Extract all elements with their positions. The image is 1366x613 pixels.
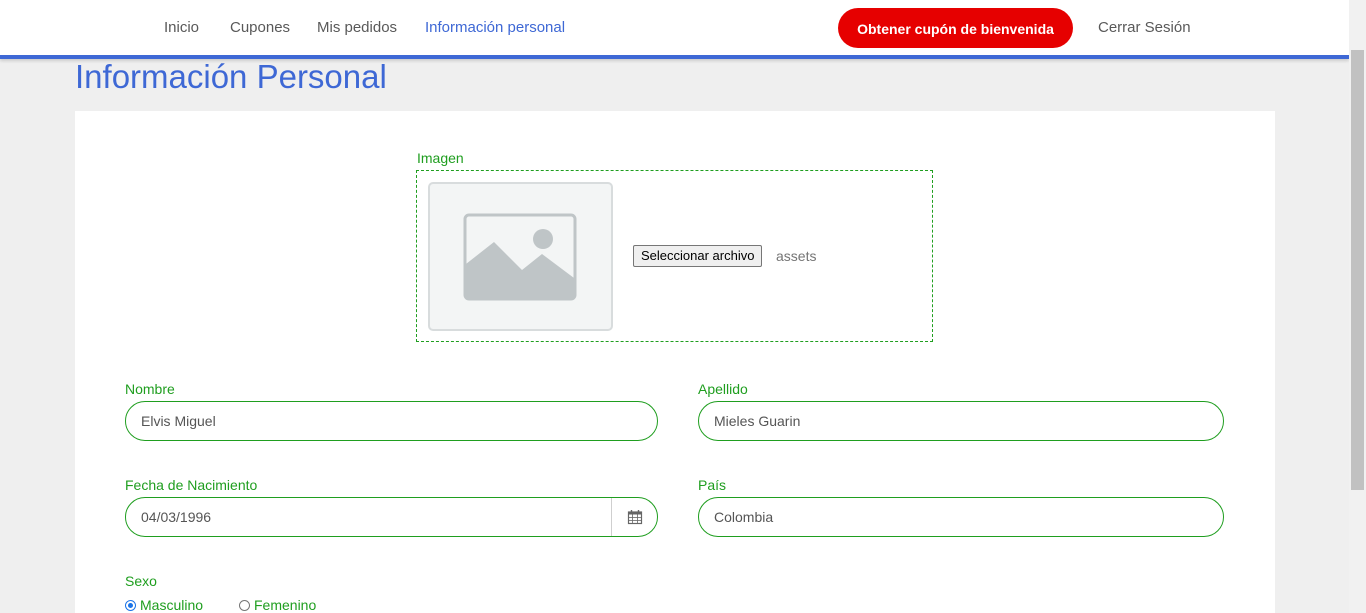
nombre-label: Nombre (125, 381, 175, 397)
fecha-nacimiento-label: Fecha de Nacimiento (125, 477, 258, 493)
radio-masculino[interactable] (125, 600, 136, 611)
logout-link[interactable]: Cerrar Sesión (1098, 19, 1191, 36)
image-label: Imagen (417, 150, 464, 166)
image-placeholder-icon (428, 182, 613, 331)
image-upload-area[interactable]: Seleccionar archivo assets (416, 170, 933, 342)
nombre-value: Elvis Miguel (141, 413, 216, 429)
pais-value: Colombia (714, 509, 774, 525)
apellido-label: Apellido (698, 381, 748, 397)
fecha-nacimiento-value: 04/03/1996 (141, 509, 212, 525)
calendar-icon[interactable] (627, 509, 643, 525)
radio-femenino[interactable] (239, 600, 250, 611)
nombre-field[interactable]: Elvis Miguel (125, 401, 658, 441)
radio-option-femenino[interactable]: Femenino (239, 597, 316, 613)
select-file-button[interactable]: Seleccionar archivo (633, 245, 763, 267)
nav-link-informacion-personal[interactable]: Información personal (425, 19, 565, 36)
date-field-divider (611, 498, 612, 536)
scrollbar-thumb[interactable] (1351, 50, 1364, 490)
nav-link-inicio[interactable]: Inicio (164, 19, 199, 36)
fecha-nacimiento-field[interactable]: 04/03/1996 (125, 497, 658, 537)
apellido-value: Mieles Guarin (714, 413, 801, 429)
personal-info-card: Imagen Seleccionar archivo assets Nombre… (75, 111, 1275, 613)
welcome-coupon-button[interactable]: Obtener cupón de bienvenida (838, 8, 1073, 48)
sexo-label: Sexo (125, 573, 157, 589)
pais-field[interactable]: Colombia (698, 497, 1224, 537)
apellido-field[interactable]: Mieles Guarin (698, 401, 1224, 441)
selected-file-name: assets (776, 248, 817, 264)
pais-label: País (698, 477, 727, 493)
nav-link-cupones[interactable]: Cupones (230, 19, 290, 36)
nav-link-mis-pedidos[interactable]: Mis pedidos (317, 19, 397, 36)
page-title: Información Personal (75, 58, 387, 95)
radio-femenino-label: Femenino (254, 597, 317, 613)
page-scrollbar[interactable] (1349, 0, 1366, 613)
radio-masculino-label: Masculino (140, 597, 204, 613)
radio-option-masculino[interactable]: Masculino (125, 597, 203, 613)
top-navbar: Inicio Cupones Mis pedidos Información p… (0, 0, 1349, 59)
